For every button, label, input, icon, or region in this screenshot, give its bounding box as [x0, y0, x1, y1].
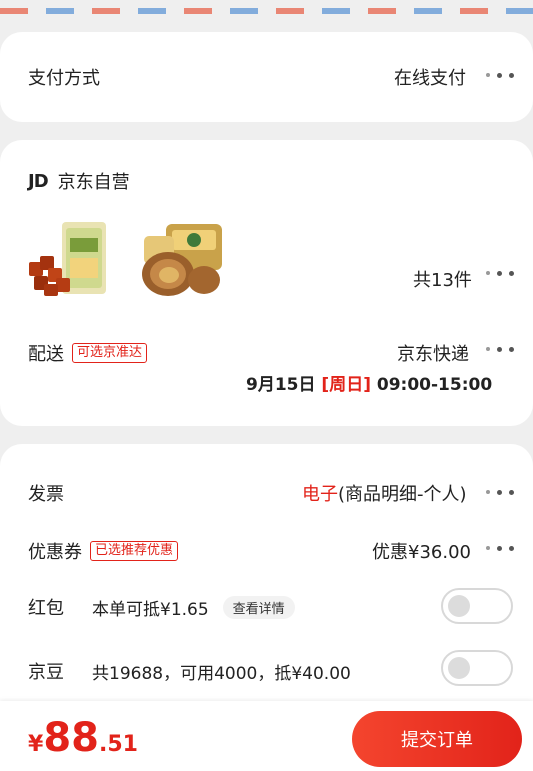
- redpacket-toggle[interactable]: [441, 588, 513, 624]
- delivery-time: 09:00-15:00: [376, 375, 493, 395]
- coupon-tag: 已选推荐优惠: [90, 541, 179, 561]
- more-icon[interactable]: [486, 268, 514, 278]
- item-count: 共13件: [413, 270, 472, 291]
- delivery-tag[interactable]: 可选京准达: [72, 343, 148, 363]
- delivery-weekday: [周日]: [321, 375, 371, 395]
- invoice-type: 电子: [302, 484, 338, 505]
- delivery-schedule[interactable]: 9月15日 [周日] 09:00-15:00: [246, 370, 492, 395]
- submit-order-button[interactable]: 提交订单: [352, 711, 522, 767]
- toggle-knob: [448, 657, 470, 679]
- checkout-bar: ¥88.51 提交订单: [0, 701, 533, 771]
- jingdou-toggle[interactable]: [441, 650, 513, 686]
- currency-symbol: ¥: [28, 732, 44, 757]
- coupon-value[interactable]: 优惠¥36.00: [372, 538, 471, 564]
- more-icon[interactable]: [486, 70, 514, 80]
- jd-logo-icon: JD: [28, 170, 49, 192]
- coupon-label: 优惠券: [28, 542, 82, 563]
- payment-value: 在线支付: [394, 68, 466, 89]
- redpacket-label: 红包: [28, 598, 64, 619]
- price-integer: 88: [43, 715, 99, 761]
- invoice-label: 发票: [28, 484, 64, 505]
- invoice-detail: (商品明细-个人): [338, 484, 467, 505]
- delivery-label: 配送: [28, 344, 64, 365]
- price-decimal: .51: [98, 732, 138, 757]
- more-icon[interactable]: [486, 344, 514, 354]
- shop-name: 京东自营: [57, 172, 130, 193]
- braised-egg-pack-image[interactable]: [136, 218, 226, 302]
- view-details-button[interactable]: 查看详情: [222, 595, 295, 619]
- jingdou-label: 京豆: [28, 662, 64, 683]
- invoice-value[interactable]: 电子(商品明细-个人): [302, 480, 467, 506]
- beef-jerky-pack-image[interactable]: [26, 218, 116, 302]
- jingdou-value: 共19688，可用4000，抵¥40.00: [92, 663, 351, 684]
- more-icon[interactable]: [486, 543, 514, 553]
- redpacket-value: 本单可抵¥1.65: [92, 599, 209, 620]
- stripe-mask: [0, 0, 533, 8]
- delivery-date: 9月15日: [246, 375, 316, 395]
- total-price: ¥88.51: [28, 715, 138, 761]
- more-icon[interactable]: [486, 487, 514, 497]
- delivery-method[interactable]: 京东快递: [397, 340, 469, 366]
- shop-card: JD 京东自营 共13件 配送 可选京准达 京东快递 9月15日 [周日] 09…: [0, 140, 533, 426]
- payment-label: 支付方式: [28, 68, 100, 89]
- toggle-knob: [448, 595, 470, 617]
- payment-card[interactable]: 支付方式 在线支付: [0, 32, 533, 122]
